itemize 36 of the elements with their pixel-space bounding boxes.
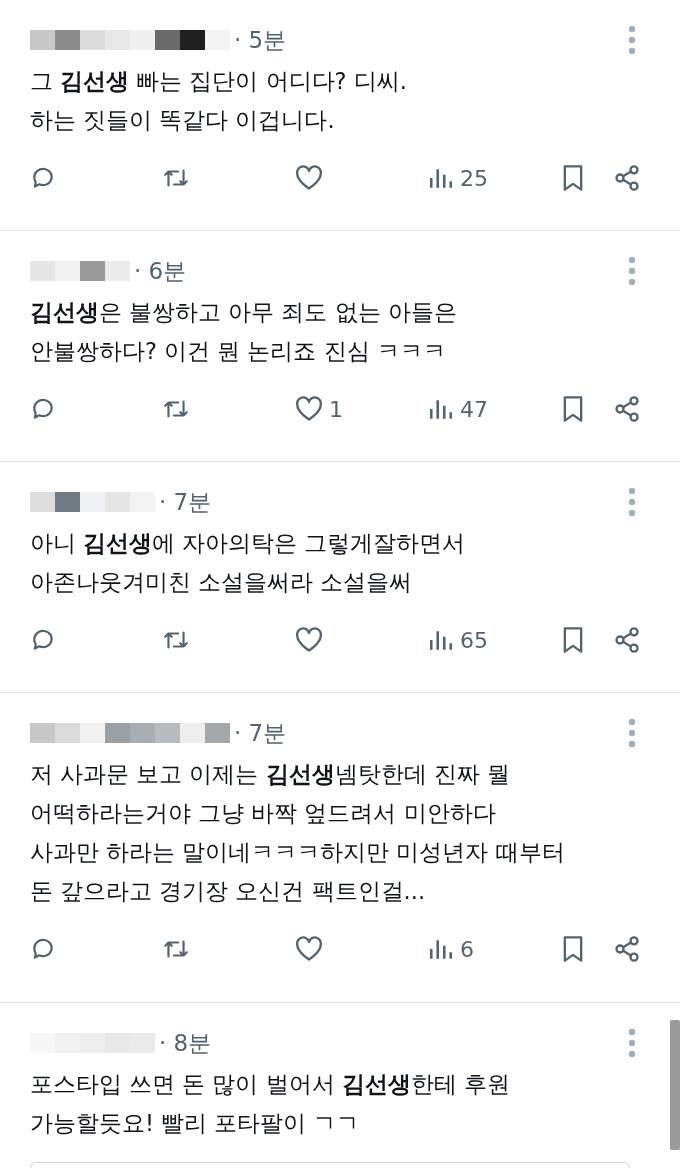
heart-icon[interactable] <box>295 627 323 653</box>
timestamp: · 7분 <box>159 487 212 517</box>
views-icon[interactable] <box>428 397 454 421</box>
bookmark-icon[interactable] <box>561 626 585 654</box>
heart-icon[interactable] <box>295 936 323 962</box>
view-count: 65 <box>460 626 488 655</box>
timestamp: · 6분 <box>134 256 187 286</box>
tweet-text: 그 김선생 빠는 집단이 어디다? 디씨. 하는 짓들이 똑같다 이겁니다. <box>30 67 407 135</box>
timestamp: · 5분 <box>234 25 287 55</box>
bookmark-icon[interactable] <box>561 395 585 423</box>
share-icon[interactable] <box>613 395 641 423</box>
like-count: 1 <box>329 395 343 424</box>
views-icon[interactable] <box>428 937 454 961</box>
timestamp: · 8분 <box>159 1028 212 1058</box>
heart-icon[interactable] <box>295 396 323 422</box>
heart-icon[interactable] <box>295 165 323 191</box>
timestamp: · 7분 <box>234 718 287 748</box>
view-count: 25 <box>460 164 488 193</box>
views-icon[interactable] <box>428 628 454 652</box>
reply-icon[interactable] <box>30 627 56 653</box>
share-icon[interactable] <box>613 164 641 192</box>
tweet-text: 저 사과문 보고 이제는 김선생넴탓한데 진짜 뭘 어떡하라는거야 그냥 바짝 엎드려서 미안하다 사과만 하라는 말이네ㅋㅋㅋ하지만 미성년자 때부터 돈 갚으라고 경기장 오신건 팩트인걸... <box>30 760 565 906</box>
reply-icon[interactable] <box>30 396 56 422</box>
bookmark-icon[interactable] <box>561 164 585 192</box>
reply-icon[interactable] <box>30 936 56 962</box>
share-icon[interactable] <box>613 626 641 654</box>
tweet-text: 포스타입 쓰면 돈 많이 벌어서 김선생한테 후원 가능할듯요! 빨리 포타팔이 ㄱㄱ <box>30 1070 510 1138</box>
view-count: 6 <box>460 935 474 964</box>
tweet-text: 김선생은 불쌍하고 아무 죄도 없는 아들은 안불쌍하다? 이건 뭔 논리죠 진심 ㅋㅋㅋ <box>30 298 457 366</box>
tweet-text: 아니 김선생에 자아의탁은 그렇게잘하면서 아존나웃겨미친 소설을써라 소설을써 <box>30 529 466 597</box>
views-icon[interactable] <box>428 166 454 190</box>
share-icon[interactable] <box>613 935 641 963</box>
view-count: 47 <box>460 395 488 424</box>
bookmark-icon[interactable] <box>561 935 585 963</box>
scrollbar[interactable] <box>670 1020 680 1150</box>
reply-icon[interactable] <box>30 165 56 191</box>
